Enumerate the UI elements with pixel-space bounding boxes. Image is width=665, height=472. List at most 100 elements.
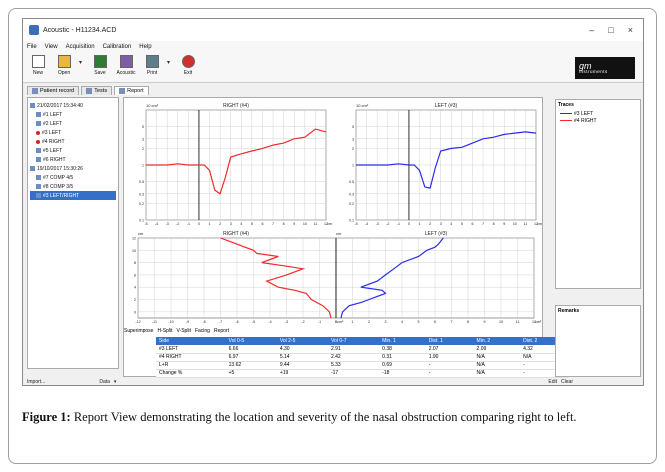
exit-icon (181, 55, 195, 68)
column-header[interactable]: Min. 1 (379, 337, 426, 345)
tree-test-item[interactable]: #5 LEFT (30, 146, 116, 155)
subtab-v-split[interactable]: V-Split (176, 328, 190, 334)
caption-text: Report View demonstrating the location a… (70, 410, 577, 424)
column-header[interactable]: Dist. 1 (425, 337, 474, 345)
toolbar-open-button[interactable]: Open (53, 53, 75, 81)
menu-file[interactable]: File (27, 44, 37, 50)
edit-button[interactable]: Edit (548, 379, 557, 385)
subtab-superimpose[interactable]: Superimpose (124, 328, 153, 334)
maximize-button[interactable]: □ (608, 25, 613, 35)
x-tick-label: 6 (261, 222, 263, 226)
tab-patient-record[interactable]: Patient record (27, 86, 80, 95)
y-tick-label: 6 (134, 273, 136, 277)
subtab-facing[interactable]: Facing (195, 328, 210, 334)
tree-session-item[interactable]: 21/02/2017 15:34:40 (30, 101, 116, 110)
column-header[interactable]: Side (156, 337, 226, 345)
y-tick-label: 1 (352, 164, 354, 168)
test-icon (36, 121, 41, 126)
x-tick-label: -3 (166, 222, 169, 226)
selected-marker-icon (36, 130, 40, 135)
subtab-report[interactable]: Report (214, 328, 229, 334)
table-cell: - (425, 361, 474, 370)
column-header[interactable]: Vol 2-5 (276, 337, 328, 345)
tree-test-item[interactable]: #3 LEFT/RIGHT (30, 191, 116, 200)
menu-view[interactable]: View (45, 44, 58, 50)
x-tick-label: -2 (386, 222, 389, 226)
x-tick-label: 2 (429, 222, 431, 226)
view-subtabs: Superimpose H-Split V-Split Facing Report (124, 328, 229, 334)
table-row[interactable]: #3 LEFT 6.66 4.30 2.91 0.38 2.07 2.09 4.32 (156, 345, 568, 354)
chevron-down-icon[interactable]: ▾ (79, 53, 85, 66)
test-icon (36, 112, 41, 117)
x-tick-label: 4 (450, 222, 452, 226)
x-tick-label: 7 (272, 222, 274, 226)
y-tick-label: 8 (134, 261, 136, 265)
x-tick-label: 4 (401, 320, 403, 324)
trace-item-left[interactable]: #3 LEFT (556, 110, 640, 117)
toolbar-acoustic-button[interactable]: Acoustic (115, 53, 137, 81)
x-tick-label: -3 (285, 320, 288, 324)
patient-icon (32, 88, 38, 94)
x-tick-label: -7 (219, 320, 222, 324)
trace-item-right[interactable]: #4 RIGHT (556, 117, 640, 124)
tree-test-item[interactable]: #4 RIGHT (30, 137, 116, 146)
table-cell: #4 RIGHT (156, 353, 226, 362)
toolbar-save-button[interactable]: Save (89, 53, 111, 81)
chart-title: RIGHT (#4) (223, 231, 249, 237)
y-tick-label: 0.2 (349, 202, 354, 206)
tree-test-item[interactable]: #3 LEFT (30, 128, 116, 137)
table-row[interactable]: Change % +5 +19 -17 -18- N/A - (156, 369, 568, 378)
x-tick-label: -4 (155, 222, 158, 226)
test-icon (36, 184, 41, 189)
table-row[interactable]: L+R 13.62 9.44 5.33 0.69- N/A - (156, 361, 568, 370)
column-header[interactable]: Vol 0-5 (225, 337, 277, 345)
data-dropdown[interactable]: Data (99, 379, 110, 385)
x-tick-label: 4 (240, 222, 242, 226)
tree-test-item[interactable]: #2 LEFT (30, 119, 116, 128)
x-tick-label: 10 (513, 222, 517, 226)
tab-tests[interactable]: Tests (81, 86, 113, 95)
import-label[interactable]: Import... (27, 379, 45, 385)
y-tick-label: 1 (142, 164, 144, 168)
minimize-button[interactable]: – (589, 25, 594, 35)
column-header[interactable]: Vol 0-7 (327, 337, 380, 345)
x-tick-label: -3 (376, 222, 379, 226)
toolbar-exit-button[interactable]: Exit (177, 53, 199, 81)
chevron-down-icon[interactable]: ▾ (167, 53, 173, 66)
tree-test-item[interactable]: #1 LEFT (30, 110, 116, 119)
tree-label: #5 LEFT (43, 147, 63, 154)
x-tick-label: -4 (268, 320, 271, 324)
tests-icon (86, 88, 93, 94)
x-tick-label: 3 (385, 320, 387, 324)
column-header[interactable]: Min. 2 (473, 337, 521, 345)
tree-test-item[interactable]: #6 RIGHT (30, 155, 116, 164)
tab-label: Report (127, 88, 144, 94)
main-tabs: Patient record Tests Report (23, 83, 643, 95)
printer-icon (145, 55, 159, 68)
y-axis-unit-label: cm (138, 231, 144, 236)
toolbar-label: Print (146, 70, 158, 76)
trace-label: #3 LEFT (574, 110, 594, 117)
x-tick-label: 0 (198, 222, 200, 226)
menu-help[interactable]: Help (139, 44, 151, 50)
table-row[interactable]: #4 RIGHT 6.97 5.14 2.42 0.31 1.90 N/A N/A (156, 353, 568, 362)
tree-test-item[interactable]: #8 COMP 3/5 (30, 182, 116, 191)
x-tick-label: 8 (467, 320, 469, 324)
tab-report[interactable]: Report (114, 86, 149, 95)
close-button[interactable]: × (628, 25, 633, 35)
remarks-panel[interactable]: Remarks (555, 305, 641, 377)
chevron-down-icon: ▾ (113, 379, 117, 385)
toolbar-print-button[interactable]: Print (141, 53, 163, 81)
tree-test-item[interactable]: #7 COMP 4/5 (30, 173, 116, 182)
toolbar-new-button[interactable]: New (27, 53, 49, 81)
tree-session-item[interactable]: 19/10/2017 15:30:26 (30, 164, 116, 173)
menu-acquisition[interactable]: Acquisition (66, 44, 95, 50)
trace-line-right (560, 120, 572, 121)
menu-calibration[interactable]: Calibration (103, 44, 132, 50)
chart-title: LEFT (#3) (435, 103, 458, 109)
x-tick-label: 1 (419, 222, 421, 226)
clear-button[interactable]: Clear (561, 379, 573, 385)
toolbar-label: Save (94, 70, 106, 76)
subtab-h-split[interactable]: H-Split (157, 328, 172, 334)
table-cell: +19 (276, 369, 328, 378)
